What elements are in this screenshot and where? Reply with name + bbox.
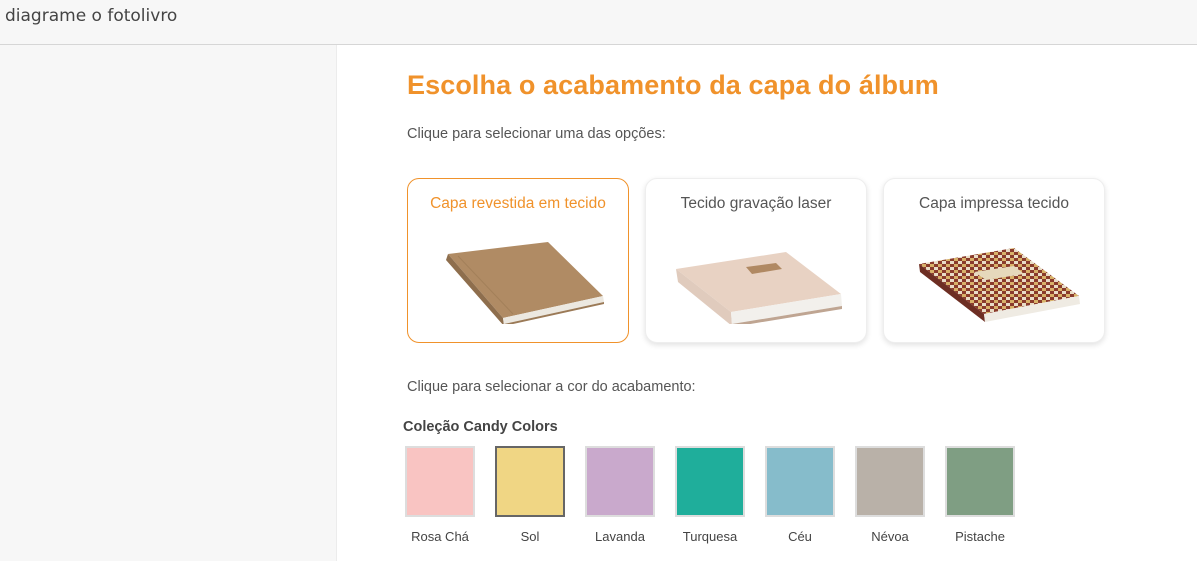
swatch-label: Sol — [520, 529, 540, 544]
app-title: diagrame o fotolivro — [5, 6, 178, 26]
finish-option-label: Capa revestida em tecido — [430, 195, 606, 212]
finish-option-label: Capa impressa tecido — [919, 195, 1069, 212]
swatch-label: Pistache — [955, 529, 1005, 544]
collection-title: Coleção Candy Colors — [403, 419, 558, 435]
swatch-lavanda[interactable] — [585, 446, 655, 517]
swatch-label: Rosa Chá — [411, 529, 469, 544]
printed-fabric-book-image — [919, 248, 1080, 322]
swatch-label: Céu — [788, 529, 812, 544]
sidebar — [0, 45, 337, 561]
swatch-sol[interactable] — [495, 446, 565, 517]
swatch-label: Turquesa — [682, 529, 738, 544]
finish-instruction: Clique para selecionar uma das opções: — [407, 126, 666, 142]
page-title: Escolha o acabamento da capa do álbum — [407, 70, 939, 100]
color-instruction: Clique para selecionar a cor do acabamen… — [407, 379, 696, 395]
swatch-label: Lavanda — [595, 529, 645, 544]
swatch-label: Névoa — [871, 529, 909, 544]
fabric-cover-book-image — [446, 242, 604, 324]
swatch-turquesa[interactable] — [675, 446, 745, 517]
finish-option-fabric-cover[interactable]: Capa revestida em tecido — [407, 178, 629, 343]
swatch-pistache[interactable] — [945, 446, 1015, 517]
swatch-ceu[interactable] — [765, 446, 835, 517]
finish-option-laser-engraving[interactable]: Tecido gravação laser — [645, 178, 867, 343]
swatch-nevoa[interactable] — [855, 446, 925, 517]
top-bar: diagrame o fotolivro — [0, 0, 1197, 45]
finish-option-label: Tecido gravação laser — [680, 195, 832, 212]
swatch-rosa-cha[interactable] — [405, 446, 475, 517]
finish-option-printed-fabric[interactable]: Capa impressa tecido — [883, 178, 1105, 343]
laser-engraved-book-image — [676, 252, 842, 324]
